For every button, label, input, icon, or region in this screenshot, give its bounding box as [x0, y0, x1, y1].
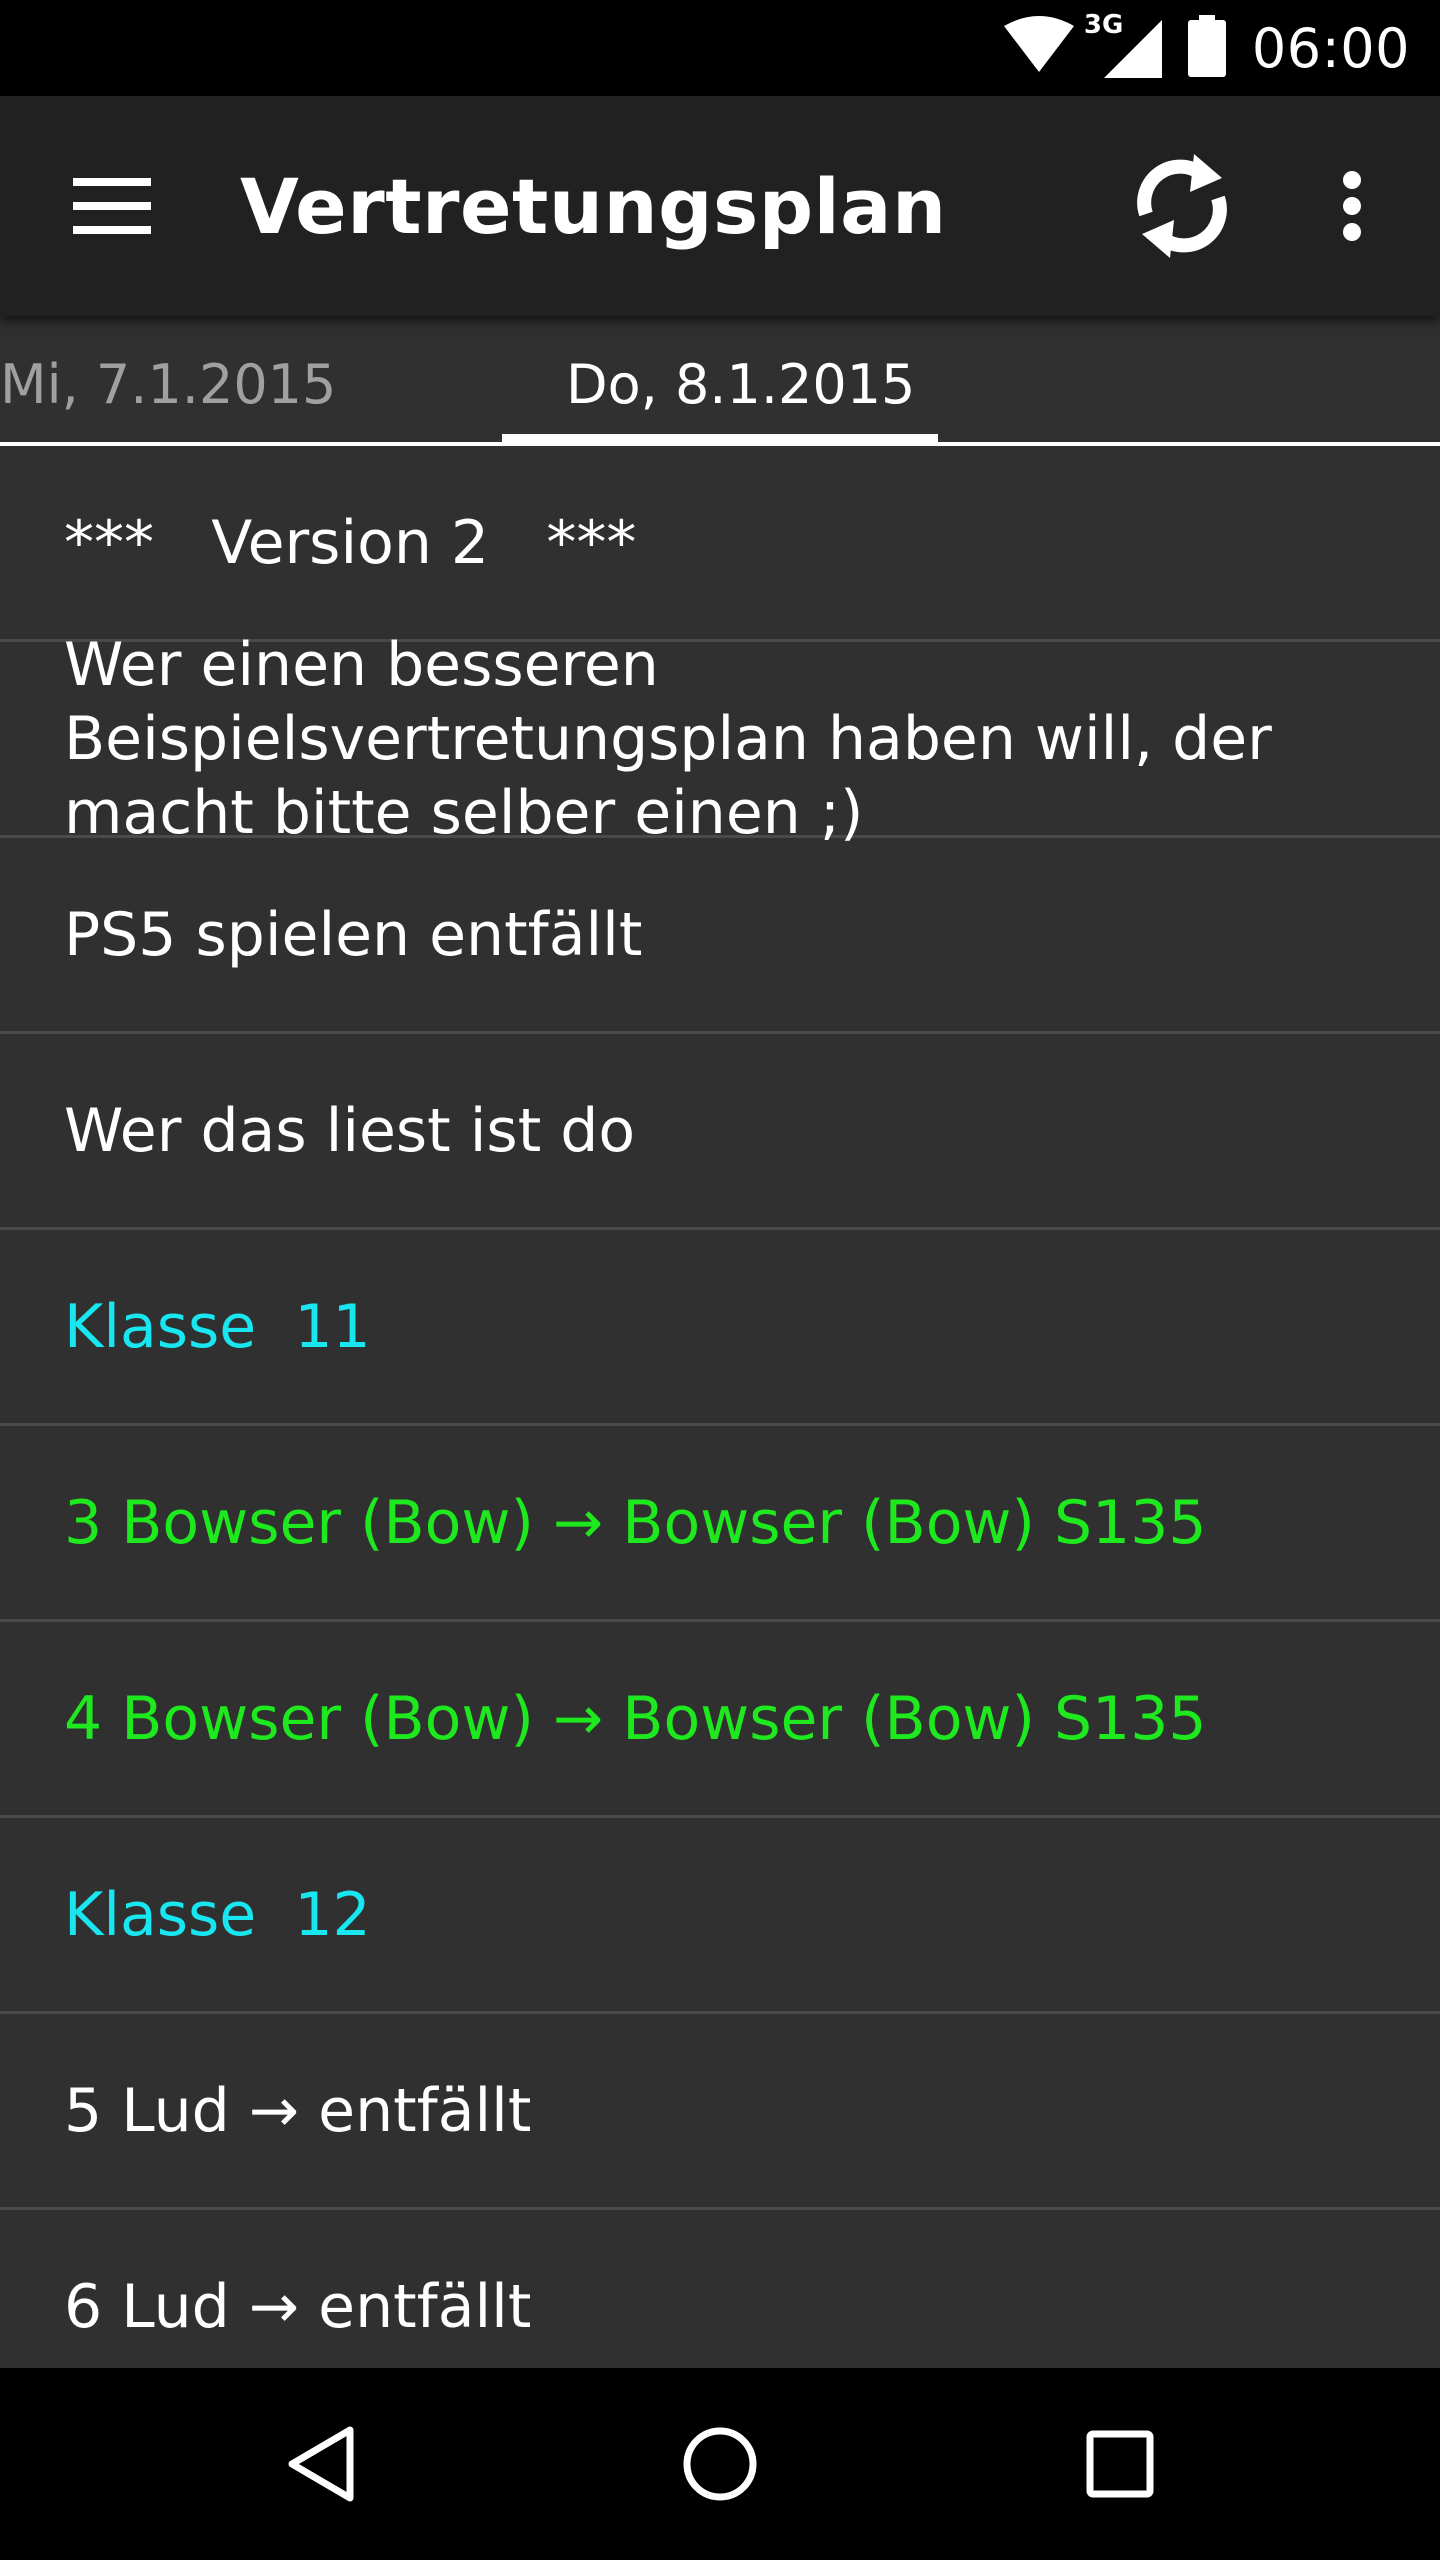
tab-divider [0, 442, 1440, 446]
hamburger-menu-icon[interactable] [56, 168, 168, 244]
list-item-text: Wer das liest ist do [64, 1095, 636, 1166]
substitution-entry: 3 Bowser (Bow) → Bowser (Bow) S135 [0, 1426, 1440, 1622]
cancellation-entry: 6 Lud → entfällt [0, 2210, 1440, 2368]
list-item-message: PS5 spielen entfällt [0, 838, 1440, 1034]
substitution-text: 3 Bowser (Bow) → Bowser (Bow) S135 [64, 1487, 1207, 1558]
class-header-text: Klasse 12 [64, 1879, 371, 1950]
list-item-text: Wer einen besseren Beispielsvertretungsp… [64, 629, 1291, 848]
page-title: Vertretungsplan [240, 162, 947, 251]
date-tabs: Mi, 7.1.2015 Do, 8.1.2015 [0, 316, 1440, 446]
refresh-icon[interactable] [1122, 146, 1242, 266]
network-type-label: 3G [1083, 10, 1124, 40]
back-triangle-icon[interactable] [270, 2414, 370, 2514]
battery-icon [1187, 15, 1226, 81]
more-vert-icon[interactable] [1300, 156, 1404, 256]
class-header-text: Klasse 11 [64, 1291, 371, 1362]
substitution-entry: 4 Bowser (Bow) → Bowser (Bow) S135 [0, 1622, 1440, 1818]
list-item-message: Wer einen besseren Beispielsvertretungsp… [0, 630, 1440, 848]
tab-current-day[interactable]: Do, 8.1.2015 [566, 352, 915, 418]
list-item-text: PS5 spielen entfällt [64, 899, 643, 970]
cell-signal-icon: 3G [1084, 10, 1162, 80]
app-bar: Vertretungsplan [0, 96, 1440, 316]
cancellation-text: 5 Lud → entfällt [64, 2075, 532, 2146]
selected-tab-indicator [502, 434, 938, 442]
list-item-message: Wer das liest ist do [0, 1034, 1440, 1230]
system-navigation-bar [0, 2368, 1440, 2560]
cancellation-entry: 5 Lud → entfällt [0, 2014, 1440, 2210]
status-bar: 3G 06:00 [0, 0, 1440, 96]
home-circle-icon[interactable] [670, 2414, 770, 2514]
class-header-11: Klasse 11 [0, 1230, 1440, 1426]
clock: 06:00 [1251, 16, 1410, 80]
substitution-list[interactable]: *** Version 2 *** Wer einen besseren Bei… [0, 446, 1440, 2368]
substitution-text: 4 Bowser (Bow) → Bowser (Bow) S135 [64, 1683, 1207, 1754]
list-item-text: *** Version 2 *** [64, 507, 637, 578]
recents-square-icon[interactable] [1070, 2414, 1170, 2514]
cancellation-text: 6 Lud → entfällt [64, 2271, 532, 2342]
tab-previous-day[interactable]: Mi, 7.1.2015 [0, 352, 336, 418]
list-item-header-note: *** Version 2 *** [0, 446, 1440, 642]
status-icons: 3G 06:00 [1003, 0, 1410, 96]
class-header-12: Klasse 12 [0, 1818, 1440, 2014]
wifi-icon [1003, 16, 1074, 80]
